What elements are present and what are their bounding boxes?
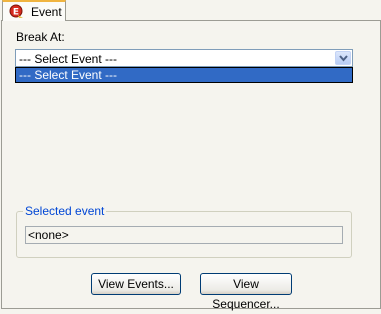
view-sequencer-button[interactable]: View Sequencer...: [200, 273, 292, 311]
dropdown-option-select-event[interactable]: --- Select Event ---: [16, 68, 352, 82]
break-at-label: Break At:: [16, 30, 65, 44]
selected-event-group: Selected event <none>: [16, 204, 352, 258]
tab-event[interactable]: E Event: [2, 0, 66, 21]
tab-label: Event: [31, 5, 62, 19]
selected-event-legend: Selected event: [23, 204, 107, 218]
event-select[interactable]: --- Select Event ---: [15, 49, 353, 67]
event-dropdown-list: --- Select Event ---: [15, 67, 353, 83]
event-icon: E: [9, 4, 24, 19]
view-events-button[interactable]: View Events...: [91, 273, 181, 295]
selected-event-field: <none>: [25, 226, 343, 244]
chevron-down-icon[interactable]: [335, 51, 351, 65]
event-select-value: --- Select Event ---: [19, 52, 118, 66]
svg-text:E: E: [13, 8, 19, 18]
